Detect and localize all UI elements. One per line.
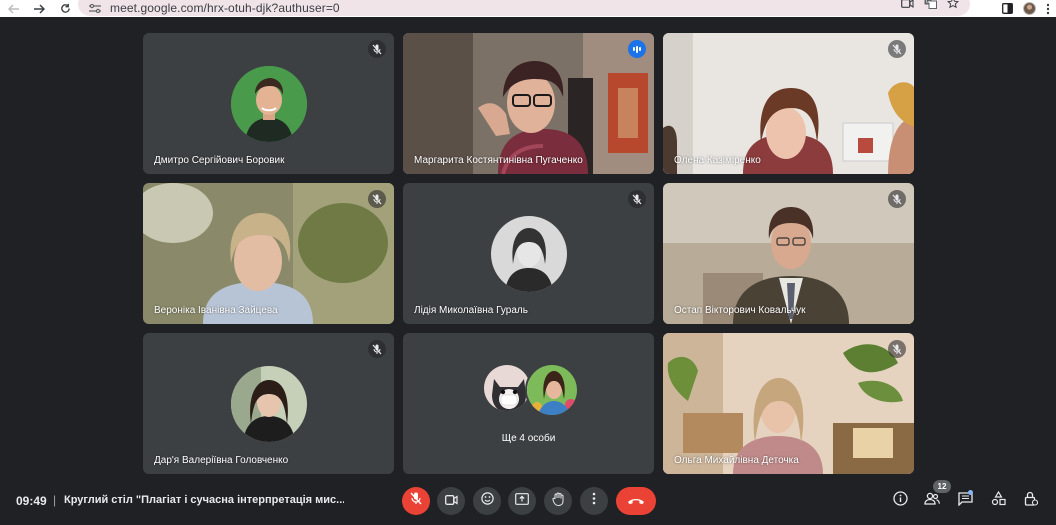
participant-name: Дар'я Валеріївна Головченко <box>154 455 289 466</box>
participant-video <box>143 183 394 324</box>
camera-icon <box>444 492 458 510</box>
participant-tile[interactable]: Маргарита Костянтинівна Пугаченко <box>403 33 654 174</box>
meeting-clock: 09:49 <box>16 494 47 508</box>
info-icon <box>892 491 908 511</box>
raise-hand-button[interactable] <box>544 487 572 515</box>
more-participants-tile[interactable]: Ще 4 особи <box>403 333 654 474</box>
participant-tile[interactable]: Ольга Михайлівна Деточка <box>663 333 914 474</box>
activities-icon <box>991 490 1006 511</box>
emoji-icon <box>480 492 494 510</box>
more-participants-label: Ще 4 особи <box>501 433 556 444</box>
site-settings-icon[interactable] <box>88 3 104 13</box>
participant-name: Остап Вікторович Ковальчук <box>674 305 806 316</box>
svg-text:G: G <box>926 0 930 5</box>
participant-avatar <box>231 66 307 142</box>
mic-off-icon <box>628 190 646 208</box>
back-icon[interactable] <box>3 0 25 17</box>
mic-off-icon <box>368 340 386 358</box>
participant-name: Дмитро Сергійович Боровик <box>154 155 285 166</box>
host-controls-button[interactable] <box>1020 490 1042 512</box>
participant-name: Вероніка Іванівна Зайцева <box>154 305 278 316</box>
mic-off-icon <box>368 40 386 58</box>
participant-video <box>403 33 654 174</box>
people-icon <box>924 492 940 510</box>
mic-off-icon <box>888 190 906 208</box>
browser-toolbar: meet.google.com/hrx-otuh-djk?authuser=0 … <box>0 0 1056 17</box>
mic-off-icon <box>368 190 386 208</box>
divider: | <box>53 493 57 507</box>
participant-name: Олена Казіміренко <box>674 155 761 166</box>
microphone-toggle-button[interactable] <box>402 487 430 515</box>
translate-icon[interactable]: G <box>923 0 937 9</box>
participant-tile[interactable]: Олена Казіміренко <box>663 33 914 174</box>
participant-name: Лідія Миколаївна Гураль <box>414 305 528 316</box>
participant-video <box>663 183 914 324</box>
more-options-button[interactable] <box>580 487 608 515</box>
host-controls-icon <box>1024 491 1039 511</box>
camera-toggle-button[interactable] <box>437 487 465 515</box>
menu-icon[interactable] <box>1046 3 1050 15</box>
end-call-icon <box>627 492 645 510</box>
address-bar[interactable]: meet.google.com/hrx-otuh-djk?authuser=0 … <box>78 0 970 16</box>
meeting-title: Круглий стіл "Плагіат і сучасна інтерпре… <box>64 494 344 506</box>
present-screen-button[interactable] <box>508 487 536 515</box>
reload-icon[interactable] <box>54 0 76 17</box>
activities-button[interactable] <box>987 490 1009 512</box>
chat-notification-dot <box>968 490 973 495</box>
raise-hand-icon <box>552 492 565 511</box>
sidebar-icon[interactable] <box>1002 3 1013 14</box>
mic-off-icon <box>410 492 422 510</box>
participant-tile[interactable]: Остап Вікторович Ковальчук <box>663 183 914 324</box>
participant-avatar <box>525 363 579 417</box>
participant-name: Маргарита Костянтинівна Пугаченко <box>414 155 583 166</box>
participant-avatar <box>491 216 567 292</box>
camera-icon[interactable] <box>900 0 914 9</box>
participant-tile[interactable]: Вероніка Іванівна Зайцева <box>143 183 394 324</box>
reactions-button[interactable] <box>473 487 501 515</box>
meeting-details-button[interactable] <box>889 490 911 512</box>
mic-off-icon <box>888 40 906 58</box>
forward-icon[interactable] <box>28 0 50 17</box>
participant-name: Ольга Михайлівна Деточка <box>674 455 799 466</box>
speaking-indicator-icon <box>628 40 646 58</box>
mic-off-icon <box>888 340 906 358</box>
participant-video <box>663 33 914 174</box>
participant-tile[interactable]: Дмитро Сергійович Боровик <box>143 33 394 174</box>
people-button[interactable] <box>921 490 943 512</box>
leave-call-button[interactable] <box>616 487 656 515</box>
star-icon[interactable] <box>946 0 960 9</box>
profile-avatar[interactable] <box>1023 2 1036 15</box>
participant-tile[interactable]: Лідія Миколаївна Гураль <box>403 183 654 324</box>
participant-avatar <box>231 366 307 442</box>
more-options-icon <box>592 492 596 510</box>
participant-tile[interactable]: Дар'я Валеріївна Головченко <box>143 333 394 474</box>
url-text[interactable]: meet.google.com/hrx-otuh-djk?authuser=0 <box>110 1 340 15</box>
present-icon <box>515 492 529 510</box>
participant-video <box>663 333 914 474</box>
